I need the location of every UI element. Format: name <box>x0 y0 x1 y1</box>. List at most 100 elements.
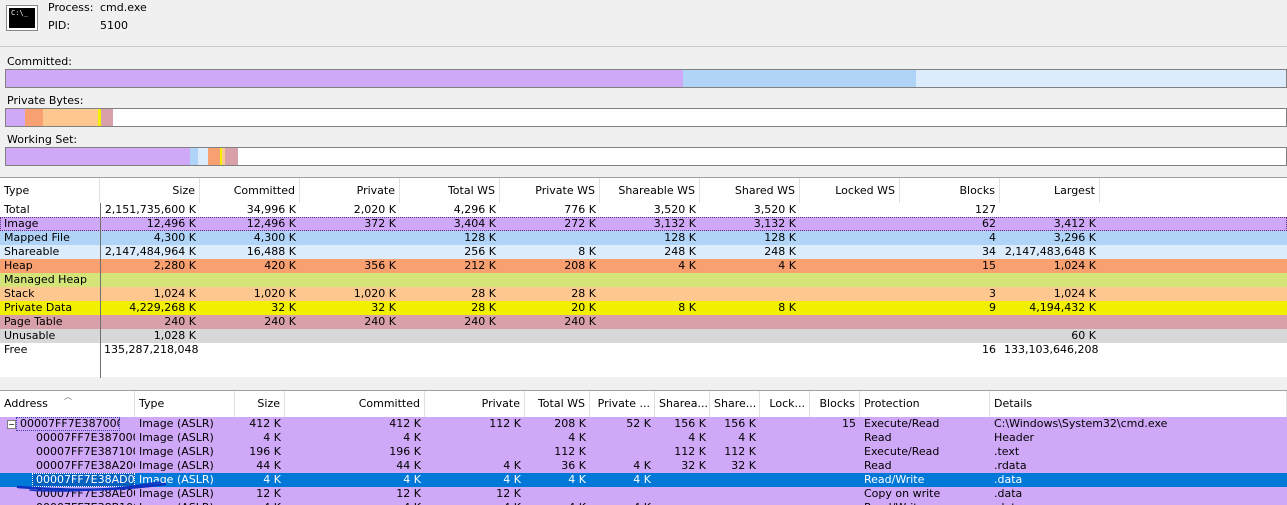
type-row-free[interactable]: Free 135,287,218,048 K 16 133,103,646,208 K <box>0 343 1287 357</box>
cell: Shareable <box>4 245 60 258</box>
cell: 2,151,735,600 K <box>104 203 196 216</box>
cell: 4 K <box>688 431 706 444</box>
cell: 2,280 K <box>153 259 196 272</box>
cell: .data <box>994 473 1023 486</box>
type-row-managed-heap[interactable]: Managed Heap <box>0 273 1287 287</box>
cell: 128 K <box>764 231 796 244</box>
address-row[interactable]: 00007FF7E38A2000 Image (ASLR) 44 K 44 K 4 K 3… <box>0 459 1287 473</box>
cell: 240 K <box>164 315 196 328</box>
cell: 15 <box>982 259 996 272</box>
memory-type-table[interactable]: Type Size Committed Private Total WS Private … <box>0 177 1287 378</box>
type-row-unusable[interactable]: Unusable 1,028 K 60 K <box>0 329 1287 343</box>
cell <box>500 329 600 343</box>
cell <box>900 273 1000 287</box>
cell: Page Table <box>4 315 63 328</box>
cell: 208 K <box>564 259 596 272</box>
column-header-private[interactable]: Private <box>425 391 525 417</box>
column-header-protection[interactable]: Protection <box>860 391 990 417</box>
cell <box>800 343 900 357</box>
type-row-heap[interactable]: Heap 2,280 K 420 K 356 K 212 K 208 K 4 K 4 K 15 1… <box>0 259 1287 273</box>
cell: 32 K <box>271 301 296 314</box>
cell: 248 K <box>764 245 796 258</box>
cell <box>800 217 900 231</box>
cell <box>200 273 300 287</box>
type-row-total[interactable]: Total 2,151,735,600 K 34,996 K 2,020 K 4,296… <box>0 203 1287 217</box>
column-header-blocks[interactable]: Blocks <box>900 178 1000 203</box>
column-header-private[interactable]: Private ... <box>590 391 655 417</box>
type-row-shareable[interactable]: Shareable 2,147,484,964 K 16,488 K 256 K 8 K… <box>0 245 1287 259</box>
cell <box>1000 273 1100 287</box>
cell: 9 <box>989 301 996 314</box>
cell: Image (ASLR) <box>139 445 214 458</box>
cell: 4,229,268 K <box>129 301 196 314</box>
cell <box>600 287 700 301</box>
cell: 28 K <box>571 287 596 300</box>
cell <box>655 473 710 487</box>
cell: 240 K <box>464 315 496 328</box>
cell: Total <box>4 203 30 216</box>
column-header-total-ws[interactable]: Total WS <box>525 391 590 417</box>
working-set-segment-image <box>6 148 191 165</box>
column-header-total-ws[interactable]: Total WS <box>400 178 500 203</box>
cell <box>810 459 860 473</box>
cell <box>810 501 860 505</box>
address-table[interactable]: Address Type Size Committed Private Total WS P… <box>0 390 1287 505</box>
cell: 4 <box>989 231 996 244</box>
working-set-segment-shareable <box>197 148 209 165</box>
cell <box>600 315 700 329</box>
cell: 52 K <box>626 417 651 430</box>
column-header-blocks[interactable]: Blocks <box>810 391 860 417</box>
address-row[interactable]: 00007FF7E3871000 Image (ASLR) 196 K 196 K 11… <box>0 445 1287 459</box>
cell <box>1000 203 1100 217</box>
column-header-details[interactable]: Details <box>990 391 1287 417</box>
column-header-type[interactable]: Type <box>0 178 100 203</box>
type-row-page-table[interactable]: Page Table 240 K 240 K 240 K 240 K 240 K <box>0 315 1287 329</box>
collapse-icon[interactable]: − <box>7 420 16 429</box>
cell: 60 K <box>1071 329 1096 342</box>
address-row[interactable]: 00007FF7E38B1000Image (ASLR)4 K4 K4 K4 K… <box>0 501 1287 505</box>
column-header-committed[interactable]: Committed <box>200 178 300 203</box>
cell: 4 K <box>633 473 651 486</box>
column-header-locked-ws[interactable]: Locked WS <box>800 178 900 203</box>
address-cell: 00007FF7E38AE000 <box>36 487 135 500</box>
cell: 4 K <box>403 431 421 444</box>
address-row[interactable]: 00007FF7E3870000 Image (ASLR) 4 K 4 K 4 K 4 K… <box>0 431 1287 445</box>
cell: 1,024 K <box>1053 287 1096 300</box>
type-row-image[interactable]: Image 12,496 K 12,496 K 372 K 3,404 K 272 K 3,… <box>0 217 1287 231</box>
cell <box>810 431 860 445</box>
cell: 412 K <box>249 417 281 430</box>
pid-value: 5100 <box>100 19 128 32</box>
cell: 256 K <box>464 245 496 258</box>
cell <box>200 329 300 343</box>
type-row-private-data[interactable]: Private Data 4,229,268 K 32 K 32 K 28 K 20 K 8… <box>0 301 1287 315</box>
column-header-private[interactable]: Private <box>300 178 400 203</box>
cell <box>800 273 900 287</box>
column-header-size[interactable]: Size <box>235 391 285 417</box>
column-header-largest[interactable]: Largest <box>1000 178 1100 203</box>
type-row-mapped-file[interactable]: Mapped File 4,300 K 4,300 K 128 K 128 K 128 K… <box>0 231 1287 245</box>
column-header-sharea[interactable]: Sharea... <box>655 391 710 417</box>
column-header-private-ws[interactable]: Private WS <box>500 178 600 203</box>
address-row[interactable]: −00007FF7E3870000 Image (ASLR) 412 K 412 K 1… <box>0 417 1287 431</box>
cell <box>590 431 655 445</box>
column-header-committed[interactable]: Committed <box>285 391 425 417</box>
column-header-shareable-ws[interactable]: Shareable WS <box>600 178 700 203</box>
working-set-segment-mapped-file <box>190 148 198 165</box>
column-header-shared-ws[interactable]: Shared WS <box>700 178 800 203</box>
column-header-size[interactable]: Size <box>100 178 200 203</box>
column-header-type[interactable]: Type <box>135 391 235 417</box>
cell <box>800 203 900 217</box>
type-row-stack[interactable]: Stack 1,024 K 1,020 K 1,020 K 28 K 28 K 3 1,024… <box>0 287 1287 301</box>
cell: Image (ASLR) <box>135 501 235 505</box>
cell: 12 K <box>496 487 521 500</box>
cell: Image (ASLR) <box>139 473 214 486</box>
cell <box>300 343 400 357</box>
column-header-share[interactable]: Share... <box>710 391 760 417</box>
address-row[interactable]: 00007FF7E38AD000 Image (ASLR) 4 K 4 K 4 K 4 K… <box>0 473 1287 487</box>
address-row[interactable]: 00007FF7E38AE000 Image (ASLR) 12 K 12 K 12 K… <box>0 487 1287 501</box>
cell: 272 K <box>564 217 596 230</box>
cell: 240 K <box>364 315 396 328</box>
address-cell: 00007FF7E38B1000 <box>32 501 135 505</box>
cell <box>425 445 525 459</box>
column-header-lock[interactable]: Lock... <box>760 391 810 417</box>
